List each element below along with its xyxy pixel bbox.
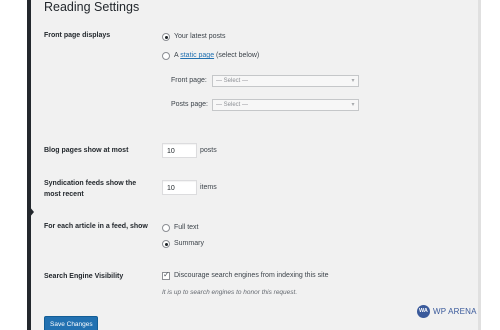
wp-arena-logo-text: WA [419, 307, 428, 314]
blog-pages-value: 10 [167, 148, 175, 155]
right-page-edge [478, 0, 500, 330]
feed-article-label: For each article in a feed, show [44, 223, 148, 230]
chevron-down-icon: ▾ [351, 78, 355, 84]
posts-page-select-value: — Select — [216, 102, 249, 108]
discourage-search-checkbox[interactable]: ✓ [162, 270, 170, 280]
admin-sidebar-edge [0, 0, 34, 330]
syndication-input[interactable]: 10 [162, 180, 197, 195]
summary-label: Summary [174, 240, 204, 247]
posts-page-select[interactable]: — Select — ▾ [212, 99, 359, 111]
front-page-select-label: Front page: [171, 77, 207, 84]
blog-pages-label: Blog pages show at most [44, 147, 129, 154]
front-page-label: Front page displays [44, 32, 111, 39]
wp-arena-text: WP ARENA [433, 306, 477, 316]
radio-static-page[interactable] [162, 52, 170, 60]
front-page-select[interactable]: — Select — ▾ [212, 75, 359, 87]
sidebar-active-indicator [29, 206, 34, 218]
check-icon: ✓ [163, 270, 170, 279]
save-changes-button[interactable]: Save Changes [44, 316, 98, 330]
blog-pages-input[interactable]: 10 [162, 143, 197, 158]
syndication-label-line1: Syndication feeds show the [44, 180, 137, 187]
wp-arena-logo-icon: WA [417, 304, 430, 318]
wp-arena-watermark: WA WP ARENA [417, 304, 477, 318]
search-engine-description: It is up to search engines to honor this… [162, 289, 298, 296]
syndication-label-line2: most recent [44, 191, 84, 198]
posts-page-select-label: Posts page: [171, 101, 208, 108]
syndication-unit: items [200, 184, 217, 191]
static-suffix: (select below) [214, 52, 260, 59]
static-page-link[interactable]: static page [180, 52, 214, 59]
full-text-label: Full text [174, 224, 199, 231]
discourage-search-label: Discourage search engines from indexing … [174, 272, 329, 279]
front-page-select-value: — Select — [216, 78, 249, 84]
page-title: Reading Settings [44, 0, 140, 14]
static-page-option: A static page (select below) [174, 51, 259, 61]
syndication-value: 10 [167, 185, 175, 192]
save-changes-label: Save Changes [50, 321, 93, 328]
radio-full-text[interactable] [162, 224, 170, 232]
radio-summary[interactable] [162, 240, 170, 248]
right-edge-line [478, 0, 481, 330]
search-engine-label: Search Engine Visibility [44, 273, 124, 280]
radio-latest-posts[interactable] [162, 33, 170, 41]
latest-posts-label: Your latest posts [174, 33, 226, 40]
chevron-down-icon: ▾ [351, 102, 355, 108]
sidebar-dark-edge [27, 0, 31, 330]
blog-pages-unit: posts [200, 147, 217, 154]
